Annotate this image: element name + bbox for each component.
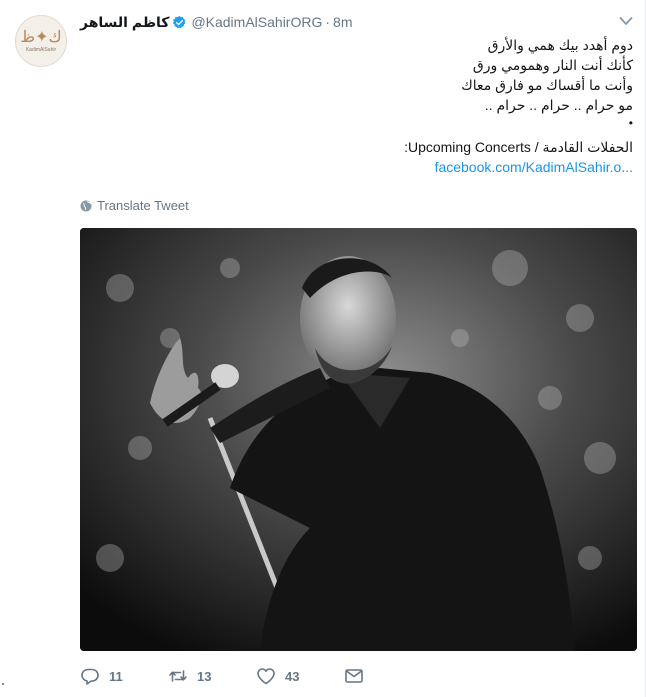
verified-icon (173, 15, 186, 28)
edge-dot (2, 683, 4, 685)
caret-down-icon[interactable] (619, 16, 633, 26)
avatar[interactable]: ك✦ظ KadimAlSahir (15, 15, 67, 67)
tweet-line: مو حرام .. حرام .. حرام .. (484, 97, 633, 113)
translate-label: Translate Tweet (97, 198, 189, 213)
separator-dot: · (325, 14, 331, 30)
reply-button[interactable]: 11 (80, 666, 123, 686)
tweet-card[interactable]: ك✦ظ KadimAlSahir كاظم الساهر @KadimAlSah… (0, 0, 646, 697)
timestamp[interactable]: 8m (333, 14, 352, 30)
retweet-icon (169, 670, 187, 682)
bullet: • (628, 116, 633, 130)
avatar-logo-text: KadimAlSahir (25, 47, 57, 53)
reply-icon (81, 668, 99, 685)
tweet-line: دوم أهدد بيك همي والأرق (487, 37, 633, 53)
tweet-line: كأنك أنت النار وهمومي ورق (472, 57, 633, 73)
direct-message-button[interactable] (344, 666, 364, 686)
tweet-header: كاظم الساهر @KadimAlSahirORG · 8m (80, 12, 352, 32)
reply-count: 11 (109, 668, 123, 684)
concert-photo (80, 228, 637, 651)
translate-tweet-button[interactable]: Translate Tweet (80, 198, 189, 213)
direct-message-icon (345, 669, 363, 683)
display-name[interactable]: كاظم الساهر (80, 14, 169, 31)
like-count: 43 (285, 668, 300, 684)
globe-icon (80, 200, 92, 211)
facebook-link[interactable]: facebook.com/KadimAlSahir.o... (93, 157, 633, 177)
like-button[interactable]: 43 (256, 666, 299, 686)
avatar-logo-mark: ك✦ظ (20, 27, 62, 46)
handle[interactable]: @KadimAlSahirORG (191, 14, 322, 30)
retweet-count: 13 (197, 668, 212, 684)
tweet-line: وأنت ما أقساك مو فارق معاك (461, 77, 633, 93)
tweet-text: دوم أهدد بيك همي والأرق كأنك أنت النار و… (93, 35, 633, 177)
tweet-photo[interactable] (80, 228, 637, 651)
like-icon (257, 668, 275, 685)
retweet-button[interactable]: 13 (168, 666, 211, 686)
concerts-line: الحفلات القادمة / Upcoming Concerts: (404, 139, 633, 155)
